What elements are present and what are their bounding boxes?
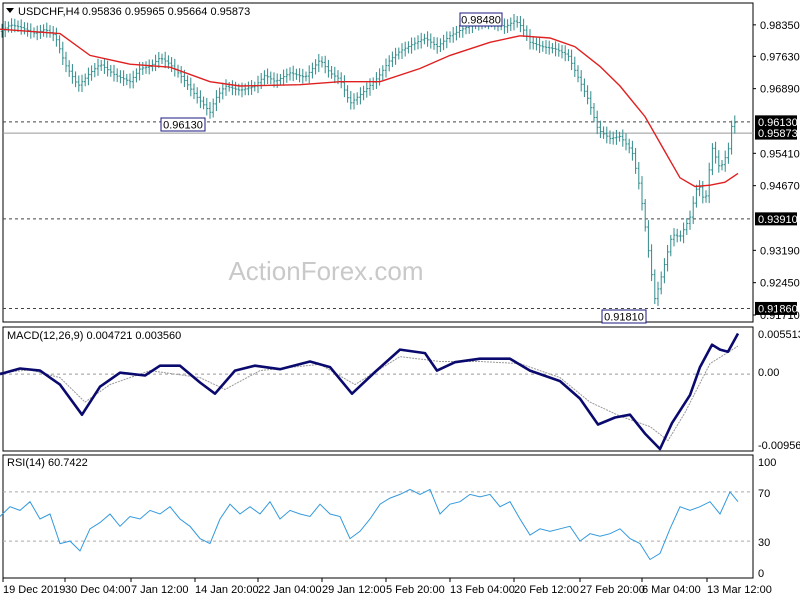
rsi-y-axis: 100 70 30 0 [758,457,776,580]
macd-tick-zero: 0.00 [758,367,779,379]
x-tick: 13 Mar 12:00 [707,584,772,596]
x-tick: 13 Feb 04:00 [450,584,515,596]
watermark: ActionForex.com [228,256,423,286]
x-tick: 19 Dec 2019 [3,584,65,596]
macd-tick-bottom: -0.009566 [758,440,800,452]
rsi-tick-0: 0 [758,568,764,580]
x-axis: 19 Dec 2019 30 Dec 04:00 7 Jan 12:00 14 Jan… [2,578,772,596]
price-tick: 0.91710 [760,310,800,322]
callout-high-text: 0.98480 [461,15,501,27]
x-tick: 30 Dec 04:00 [65,584,130,596]
price-tick: 0.97630 [760,51,800,63]
x-tick: 27 Feb 20:00 [580,584,645,596]
macd-panel-frame [2,326,754,452]
rsi-panel-frame [2,454,754,579]
callout-low-text: 0.91810 [604,312,644,324]
callout-mid: 0.96130 [160,117,206,132]
x-tick: 7 Jan 12:00 [131,584,189,596]
macd-title: MACD(12,26,9) 0.004721 0.003560 [7,330,181,342]
x-tick: 5 Feb 20:00 [386,584,445,596]
x-tick: 6 Mar 04:00 [642,584,701,596]
rsi-tick-30: 30 [758,537,770,549]
macd-y-axis: 0.005513 0.00 -0.009566 [758,329,800,452]
price-tick: 0.93190 [760,245,800,257]
ohlc-readout: 0.95836 0.95965 0.95664 0.95873 [82,6,250,18]
chart-canvas: ActionForex.com USDCHF,H4 0.95836 0.9596… [0,2,800,596]
price-y-axis: 0.983500.976300.968900.961300.958730.954… [753,20,800,322]
x-tick: 29 Jan 12:00 [322,584,386,596]
callout-high: 0.98480 [459,12,503,27]
price-tick: 0.94670 [760,181,800,193]
price-tick: 0.95410 [760,148,800,160]
price-badge-text: 0.95873 [758,128,798,140]
x-tick: 20 Feb 12:00 [514,584,579,596]
rsi-tick-70: 70 [758,488,770,500]
symbol-label: USDCHF,H4 [18,6,80,18]
callout-low: 0.91810 [601,309,647,324]
rsi-title: RSI(14) 60.7422 [7,457,88,469]
x-tick: 14 Jan 20:00 [195,584,259,596]
price-badge-text: 0.93910 [758,214,798,226]
callout-mid-text: 0.96130 [163,120,203,132]
price-tick: 0.96890 [760,84,800,96]
macd-tick-top: 0.005513 [758,329,800,341]
rsi-tick-100: 100 [758,457,776,469]
price-tick: 0.92450 [760,278,800,290]
price-tick: 0.98350 [760,20,800,32]
x-tick: 22 Jan 04:00 [258,584,322,596]
